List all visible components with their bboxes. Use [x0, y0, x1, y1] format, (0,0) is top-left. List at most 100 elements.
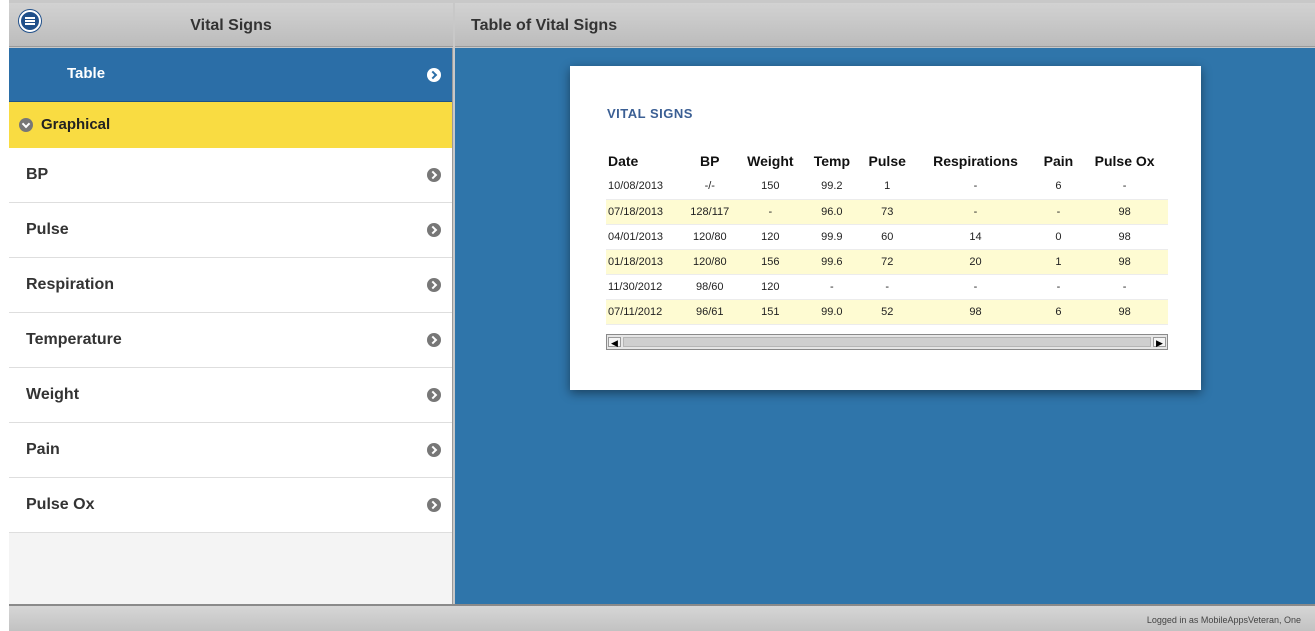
column-header: Pulse	[868, 153, 906, 169]
table-cell: 20	[915, 249, 1036, 275]
table-cell: 1	[1035, 249, 1082, 275]
table-cell: 99.0	[804, 299, 860, 325]
chevron-right-icon	[427, 168, 441, 182]
chevron-down-icon	[19, 118, 33, 132]
table-row: 07/11/2012 96/61 151 99.0 52 98 6 98	[606, 299, 1168, 325]
table-cell: 07/18/2013	[606, 199, 684, 225]
table-cell: 98	[1081, 199, 1168, 225]
card-title: VITAL SIGNS	[607, 106, 693, 121]
content-area: VITAL SIGNS Date BP Weight Temp Pulse Re…	[455, 48, 1315, 604]
table-row: 10/08/2013 -/- 150 99.2 1 - 6 -	[606, 174, 1168, 200]
table-cell: 07/11/2012	[606, 299, 684, 325]
table-cell: 120/80	[683, 249, 737, 275]
table-cell: 99.9	[804, 224, 860, 250]
nav-item-temperature[interactable]: Temperature	[9, 313, 452, 368]
nav-item-pulse[interactable]: Pulse	[9, 203, 452, 258]
table-cell: -	[859, 274, 916, 300]
table-cell: -	[1035, 199, 1082, 225]
nav-item-weight[interactable]: Weight	[9, 368, 452, 423]
table-cell: 10/08/2013	[606, 174, 684, 200]
chevron-right-icon	[427, 223, 441, 237]
table-cell: 6	[1035, 299, 1082, 325]
nav-item-label: BP	[26, 166, 49, 183]
table-cell: -	[915, 174, 1036, 200]
nav-item-graphical[interactable]: Graphical	[9, 102, 452, 148]
table-row: 01/18/2013 120/80 156 99.6 72 20 1 98	[606, 249, 1168, 275]
nav-item-pulse-ox[interactable]: Pulse Ox	[9, 478, 452, 533]
nav-item-label: Pulse	[26, 221, 69, 238]
chevron-right-icon	[427, 68, 441, 82]
nav-item-bp[interactable]: BP	[9, 148, 452, 203]
table-cell: -	[1081, 274, 1168, 300]
table-cell: 72	[859, 249, 916, 275]
left-panel-title: Vital Signs	[190, 17, 272, 34]
table-cell: -/-	[683, 174, 737, 200]
table-header-row: Date BP Weight Temp Pulse Respirations P…	[606, 148, 1168, 174]
app-frame: Vital Signs Table Graphical BP Pulse Res…	[9, 0, 1315, 631]
table-cell: 98/60	[683, 274, 737, 300]
horizontal-scrollbar[interactable]: ◀ ▶	[606, 334, 1168, 350]
chevron-right-icon	[427, 388, 441, 402]
table-cell: 151	[736, 299, 805, 325]
table-cell: 01/18/2013	[606, 249, 684, 275]
table-cell: -	[915, 274, 1036, 300]
table-cell: 6	[1035, 174, 1082, 200]
table-cell: 1	[859, 174, 916, 200]
table-row: 11/30/2012 98/60 120 - - - - -	[606, 274, 1168, 300]
nav-item-label: Weight	[26, 386, 80, 403]
nav-item-label: Respiration	[26, 276, 115, 293]
nav-item-respiration[interactable]: Respiration	[9, 258, 452, 313]
status-bar: Logged in as MobileAppsVeteran, One	[9, 604, 1315, 631]
column-header: Pulse Ox	[1094, 153, 1155, 169]
nav-item-label: Temperature	[26, 331, 122, 348]
table-cell: 96.0	[804, 199, 860, 225]
table-cell: 98	[1081, 299, 1168, 325]
column-header: Date	[608, 153, 639, 169]
table-cell: 150	[736, 174, 805, 200]
chevron-right-icon	[427, 443, 441, 457]
chevron-right-icon	[427, 278, 441, 292]
column-header: Respirations	[933, 153, 1018, 169]
column-header: Temp	[813, 153, 851, 169]
right-header: Table of Vital Signs	[455, 3, 1315, 47]
table-row: 04/01/2013 120/80 120 99.9 60 14 0 98	[606, 224, 1168, 250]
scroll-thumb[interactable]	[623, 337, 1151, 347]
vital-signs-card: VITAL SIGNS Date BP Weight Temp Pulse Re…	[570, 66, 1201, 390]
left-header: Vital Signs	[9, 3, 453, 47]
scroll-left-icon[interactable]: ◀	[608, 337, 621, 348]
column-header: Pain	[1043, 153, 1074, 169]
nav-item-label: Pulse Ox	[26, 496, 95, 513]
vital-signs-table: Date BP Weight Temp Pulse Respirations P…	[606, 148, 1168, 325]
table-cell: 120	[736, 274, 805, 300]
nav-item-table[interactable]: Table	[9, 48, 452, 102]
table-cell: 04/01/2013	[606, 224, 684, 250]
login-status: Logged in as MobileAppsVeteran, One	[1146, 615, 1301, 625]
table-cell: 0	[1035, 224, 1082, 250]
side-nav: Table Graphical BP Pulse Respiration Tem…	[9, 48, 453, 604]
table-cell: 120/80	[683, 224, 737, 250]
chevron-right-icon	[427, 498, 441, 512]
chevron-right-icon	[427, 333, 441, 347]
table-row: 07/18/2013 128/117 - 96.0 73 - - 98	[606, 199, 1168, 225]
table-cell: -	[915, 199, 1036, 225]
table-cell: -	[1081, 174, 1168, 200]
table-cell: 128/117	[683, 199, 737, 225]
table-cell: 60	[859, 224, 916, 250]
table-cell: 98	[1081, 249, 1168, 275]
table-cell: -	[736, 199, 805, 225]
nav-item-label: Graphical	[41, 116, 111, 133]
table-cell: 11/30/2012	[606, 274, 684, 300]
table-cell: -	[1035, 274, 1082, 300]
nav-item-label: Pain	[26, 441, 60, 458]
nav-item-pain[interactable]: Pain	[9, 423, 452, 478]
table-cell: 98	[1081, 224, 1168, 250]
table-cell: 96/61	[683, 299, 737, 325]
table-cell: 99.2	[804, 174, 860, 200]
table-cell: 120	[736, 224, 805, 250]
page-title: Table of Vital Signs	[471, 17, 618, 34]
table-cell: 156	[736, 249, 805, 275]
table-cell: 98	[915, 299, 1036, 325]
table-cell: 99.6	[804, 249, 860, 275]
table-cell: -	[804, 274, 860, 300]
scroll-right-icon[interactable]: ▶	[1153, 337, 1166, 348]
